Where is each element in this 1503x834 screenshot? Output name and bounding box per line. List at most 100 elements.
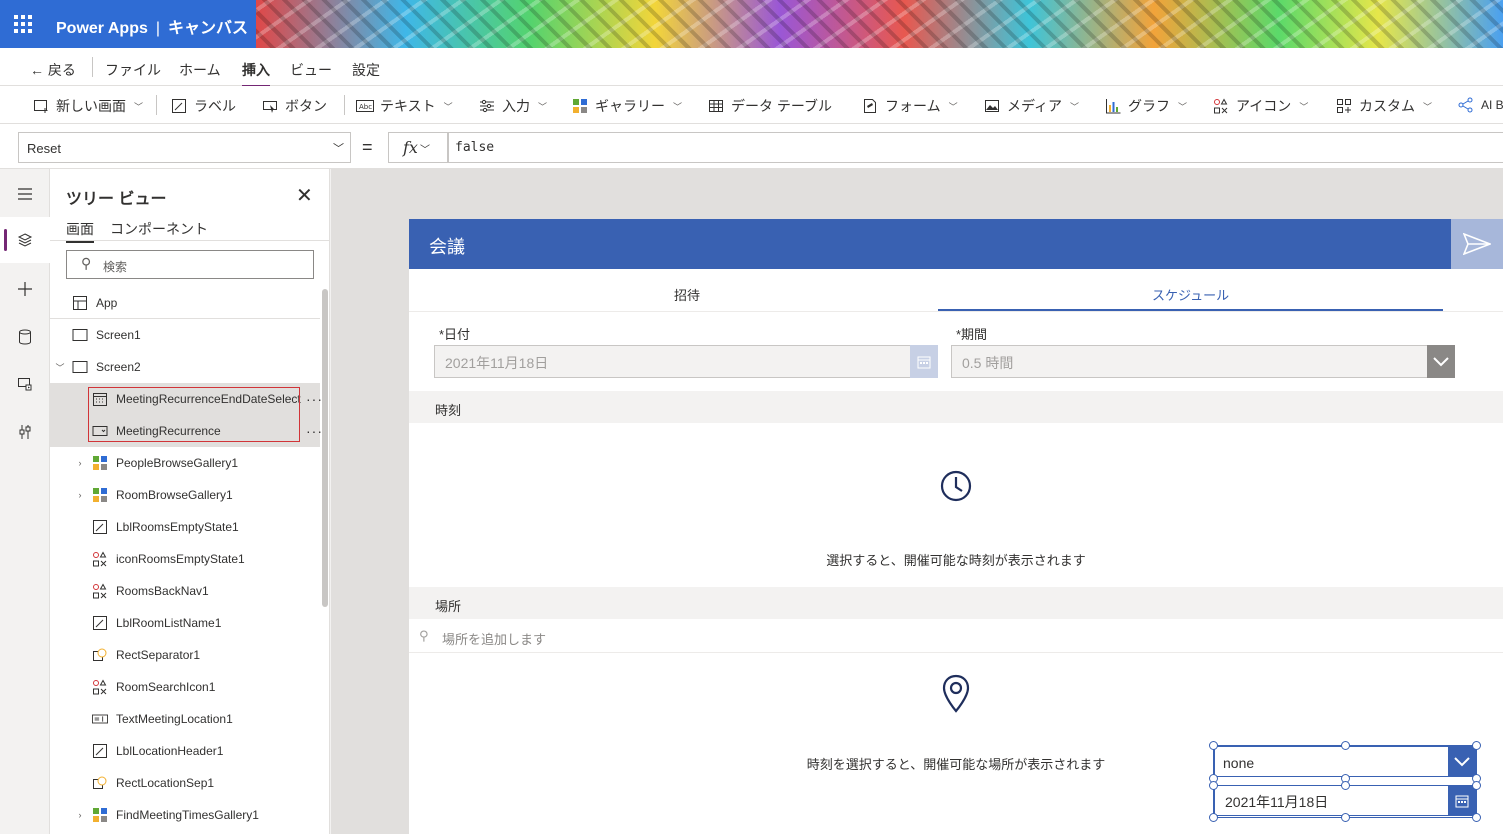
resize-handle[interactable] — [1472, 741, 1481, 750]
location-input[interactable]: ⚲ 場所を追加します — [409, 620, 1503, 653]
tree-item[interactable]: › RoomBrowseGallery1 — [50, 479, 320, 511]
close-icon[interactable]: ✕ — [296, 183, 313, 208]
tree-item[interactable]: App — [50, 287, 320, 319]
tree-scrollbar[interactable] — [322, 289, 328, 607]
tab-schedule[interactable]: スケジュール — [1152, 285, 1229, 304]
tree-item[interactable]: Screen1 — [50, 319, 320, 351]
menu-file[interactable]: ファイル — [105, 60, 161, 80]
fx-icon: fx — [403, 138, 418, 157]
brand-context: キャンバス — [168, 20, 249, 37]
chevron-down-icon: ﹀ — [1178, 101, 1188, 112]
custom-button[interactable]: カスタム ﹀ — [1335, 96, 1432, 116]
custom-label: カスタム — [1359, 98, 1415, 114]
new-screen-button[interactable]: 新しい画面 ﹀ — [32, 96, 143, 116]
media-button[interactable]: メディア ﹀ — [983, 96, 1079, 116]
tree-view-panel: ツリー ビュー ✕ 画面 コンポーネント ⚲ 検索 App Screen1 ﹀ Scr… — [50, 169, 330, 834]
form-icon — [861, 97, 879, 115]
tab-invite[interactable]: 招待 — [674, 285, 700, 304]
text-button[interactable]: Abc テキスト ﹀ — [356, 96, 453, 116]
chevron-right-icon[interactable]: › — [74, 458, 86, 468]
button-button[interactable]: ボタン — [261, 96, 327, 116]
icon-control-icon — [92, 679, 108, 695]
menu-insert[interactable]: 挿入 — [242, 60, 270, 87]
fx-button[interactable]: fx ﹀ — [388, 132, 448, 163]
resize-handle[interactable] — [1209, 741, 1218, 750]
tree-item[interactable]: RoomsBackNav1 — [50, 575, 320, 607]
tree-view-layers-icon[interactable] — [0, 217, 50, 263]
tree-item[interactable]: RoomSearchIcon1 — [50, 671, 320, 703]
shape-icon — [92, 775, 108, 791]
tree-item[interactable]: ﹀ Screen2 — [50, 351, 320, 383]
gallery-button[interactable]: ギャラリー ﹀ — [571, 96, 682, 116]
resize-handle[interactable] — [1472, 781, 1481, 790]
media-icon — [983, 97, 1001, 115]
tree-item[interactable]: LblLocationHeader1 — [50, 735, 320, 767]
waffle-icon[interactable] — [14, 15, 32, 33]
text-icon: Abc — [356, 97, 374, 115]
formula-bar: Reset ﹀ = fx ﹀ false — [0, 124, 1503, 169]
chevron-down-icon: ﹀ — [1423, 101, 1433, 112]
custom-icon — [1335, 97, 1353, 115]
resize-handle[interactable] — [1341, 813, 1350, 822]
chevron-down-icon[interactable] — [1448, 746, 1476, 777]
tree-item[interactable]: LblRoomListName1 — [50, 607, 320, 639]
text-input-icon — [92, 711, 108, 727]
formula-input[interactable]: false — [448, 132, 1503, 163]
insert-plus-icon[interactable] — [0, 266, 50, 312]
meeting-recurrence-dropdown[interactable]: none — [1214, 746, 1476, 777]
back-button[interactable]: ← 戻る — [30, 60, 76, 80]
clock-icon — [939, 469, 973, 508]
resize-handle[interactable] — [1472, 813, 1481, 822]
tree-item[interactable]: RectLocationSep1 — [50, 767, 320, 799]
media-library-icon[interactable] — [0, 361, 50, 407]
tree-item[interactable]: LblRoomsEmptyState1 — [50, 511, 320, 543]
tree-search-input[interactable]: ⚲ 検索 — [66, 250, 314, 279]
chevron-right-icon[interactable]: › — [74, 810, 86, 820]
menu-home[interactable]: ホーム — [179, 60, 221, 80]
menu-view[interactable]: ビュー — [290, 60, 332, 80]
chart-icon — [1104, 97, 1122, 115]
chevron-down-icon[interactable] — [1427, 345, 1455, 378]
form-button[interactable]: フォーム ﹀ — [861, 96, 958, 116]
data-cylinder-icon[interactable] — [0, 314, 50, 360]
more-options-icon[interactable]: ··· — [306, 391, 323, 407]
brand-separator: | — [155, 20, 161, 37]
menu-settings[interactable]: 設定 — [352, 60, 380, 80]
hamburger-menu-icon[interactable] — [0, 171, 50, 217]
tree-item[interactable]: › PeopleBrowseGallery1 — [50, 447, 320, 479]
chevron-right-icon[interactable]: › — [74, 490, 86, 500]
tree-item[interactable]: TextMeetingLocation1 — [50, 703, 320, 735]
chart-button[interactable]: グラフ ﹀ — [1104, 96, 1187, 116]
tree-item[interactable]: › FindMeetingTimesGallery1 — [50, 799, 320, 831]
app-screen-preview[interactable]: 会議 招待 スケジュール *日付 2021年11月18日 *期間 0.5 時間 … — [409, 219, 1503, 834]
gallery-icon — [92, 455, 108, 471]
tree-item[interactable]: iconRoomsEmptyState1 — [50, 543, 320, 575]
input-button[interactable]: 入力 ﹀ — [478, 96, 547, 116]
date-picker[interactable]: 2021年11月18日 — [434, 345, 938, 378]
advanced-tools-icon[interactable] — [0, 409, 50, 455]
ai-builder-button[interactable]: AI B — [1457, 96, 1503, 114]
send-button[interactable] — [1451, 219, 1503, 269]
duration-dropdown[interactable]: 0.5 時間 — [951, 345, 1455, 378]
tree-item[interactable]: RectSeparator1 — [50, 639, 320, 671]
gallery-button-label: ギャラリー — [595, 98, 665, 114]
tab-screens[interactable]: 画面 — [66, 219, 94, 243]
more-options-icon[interactable]: ··· — [306, 423, 323, 439]
time-section-header: 時刻 — [409, 391, 1503, 423]
resize-handle[interactable] — [1341, 741, 1350, 750]
property-dropdown[interactable]: Reset ﹀ — [18, 132, 351, 163]
resize-handle[interactable] — [1209, 813, 1218, 822]
calendar-icon[interactable] — [1448, 785, 1476, 816]
data-table-button[interactable]: データ テーブル — [707, 96, 832, 116]
tab-components[interactable]: コンポーネント — [110, 219, 208, 239]
icons-button[interactable]: アイコン ﹀ — [1212, 96, 1308, 116]
chevron-down-icon[interactable]: ﹀ — [54, 361, 66, 374]
chevron-down-icon: ﹀ — [134, 101, 144, 112]
label-button[interactable]: ラベル — [170, 96, 236, 116]
resize-handle[interactable] — [1209, 781, 1218, 790]
resize-handle[interactable] — [1341, 781, 1350, 790]
menu-bar: ← 戻る ファイル ホーム 挿入 ビュー 設定 — [0, 48, 1503, 87]
chevron-down-icon: ﹀ — [1299, 101, 1309, 112]
calendar-icon[interactable] — [910, 345, 938, 378]
tree-item-label: LblRoomsEmptyState1 — [116, 520, 239, 534]
